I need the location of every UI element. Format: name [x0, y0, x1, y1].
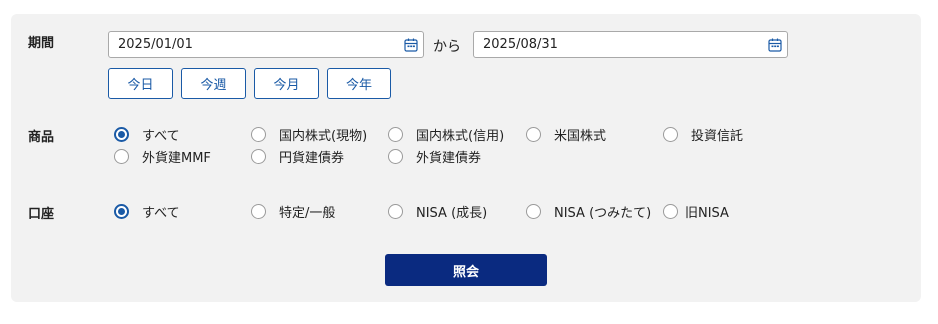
radio-label: 特定/一般 [279, 205, 336, 221]
quick-this-week-button[interactable]: 今週 [181, 68, 246, 99]
radio-label: 外貨建債券 [416, 150, 482, 166]
product-radio-all[interactable]: すべて [114, 124, 180, 144]
radio-circle[interactable] [114, 126, 129, 142]
radio-label: 外貨建MMF [142, 150, 211, 166]
product-radio-investment-trust[interactable]: 投資信託 [663, 124, 743, 144]
quick-this-month-button[interactable]: 今月 [254, 68, 319, 99]
calendar-icon[interactable] [768, 38, 782, 52]
account-radio-specific-general[interactable]: 特定/一般 [251, 201, 335, 221]
radio-label: 国内株式(信用) [416, 128, 505, 144]
radio-label: すべて [142, 128, 180, 144]
radio-circle[interactable] [251, 126, 266, 142]
radio-circle[interactable] [526, 203, 541, 219]
radio-label: 円貨建債券 [279, 150, 345, 166]
quick-this-year-button[interactable]: 今年 [327, 68, 391, 99]
radio-label: すべて [142, 205, 180, 221]
radio-label: NISA (つみたて) [554, 205, 652, 221]
radio-circle[interactable] [114, 203, 129, 219]
radio-label: 国内株式(現物) [279, 128, 368, 144]
radio-label: 旧NISA [685, 205, 729, 221]
period-label: 期間 [28, 36, 55, 51]
radio-circle[interactable] [251, 203, 266, 219]
product-radio-foreign-mmf[interactable]: 外貨建MMF [114, 146, 211, 166]
calendar-icon[interactable] [404, 38, 418, 52]
radio-circle[interactable] [388, 148, 403, 164]
radio-circle[interactable] [251, 148, 266, 164]
radio-label: NISA (成長) [416, 205, 488, 221]
radio-label: 米国株式 [554, 128, 607, 144]
account-radio-old-nisa[interactable]: 旧NISA [663, 201, 729, 221]
period-separator: から [433, 39, 461, 55]
period-from-date-input[interactable] [108, 31, 424, 58]
period-to-date-input[interactable] [473, 31, 788, 58]
product-radio-domestic-stock-cash[interactable]: 国内株式(現物) [251, 124, 367, 144]
radio-circle[interactable] [388, 203, 403, 219]
product-radio-yen-bond[interactable]: 円貨建債券 [251, 146, 344, 166]
radio-circle[interactable] [663, 203, 678, 219]
product-label: 商品 [28, 130, 55, 145]
radio-circle[interactable] [526, 126, 541, 142]
account-label: 口座 [28, 207, 55, 222]
product-radio-us-stock[interactable]: 米国株式 [526, 124, 606, 144]
radio-circle[interactable] [663, 126, 678, 142]
account-radio-all[interactable]: すべて [114, 201, 180, 221]
quick-today-button[interactable]: 今日 [108, 68, 173, 99]
product-radio-foreign-bond[interactable]: 外貨建債券 [388, 146, 481, 166]
account-radio-nisa-growth[interactable]: NISA (成長) [388, 201, 487, 221]
account-radio-nisa-tsumitate[interactable]: NISA (つみたて) [526, 201, 651, 221]
radio-circle[interactable] [114, 148, 129, 164]
radio-label: 投資信託 [691, 128, 744, 144]
radio-circle[interactable] [388, 126, 403, 142]
product-radio-domestic-stock-margin[interactable]: 国内株式(信用) [388, 124, 504, 144]
inquiry-submit-button[interactable]: 照会 [385, 254, 547, 286]
